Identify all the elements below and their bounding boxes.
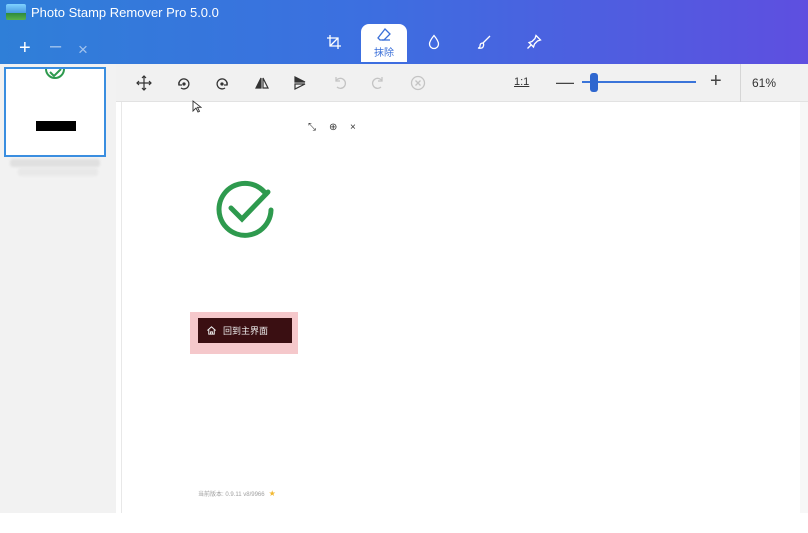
flip-horizontal-icon: [255, 77, 269, 89]
thumbnail-panel: [0, 64, 116, 513]
thumbnail-caption-secondary: [18, 168, 98, 176]
move-button[interactable]: [134, 73, 154, 93]
rotate-right-button[interactable]: [212, 73, 232, 93]
star-icon: ★: [268, 489, 276, 498]
redo-icon: [372, 77, 383, 89]
home-button-label: 回到主界面: [223, 326, 269, 336]
image-canvas[interactable]: ⤡ ⊕ × 回到主界面 当前版本: 0.9.11 v8/9966 ★: [121, 102, 795, 513]
undo-icon: [335, 77, 346, 89]
clear-icon: [410, 75, 426, 91]
zoom-slider-handle[interactable]: [590, 73, 599, 92]
dialog-shrink-icon: ⤡: [308, 122, 316, 133]
right-panel-edge: [800, 102, 808, 513]
redo-button[interactable]: [368, 73, 388, 93]
eraser-tool-tab[interactable]: 抹除: [361, 24, 407, 62]
move-icon: [136, 75, 152, 91]
actual-size-button[interactable]: 1:1: [514, 76, 529, 88]
flip-horizontal-button[interactable]: [252, 73, 272, 93]
clear-button[interactable]: [408, 73, 428, 93]
dialog-close-icon: ×: [350, 122, 356, 133]
title-bar: Photo Stamp Remover Pro 5.0.0 + – × 抹除: [0, 0, 808, 64]
toolbar-divider: [740, 64, 741, 102]
app-logo-icon: [6, 4, 26, 20]
new-tab-button[interactable]: +: [19, 38, 31, 58]
bottom-margin: [0, 513, 808, 533]
brush-icon: [477, 35, 491, 49]
thumbnail-caption: [10, 159, 100, 167]
mouse-cursor-icon: [192, 100, 202, 113]
home-button: 回到主界面: [198, 318, 292, 343]
eraser-tool-label: 抹除: [374, 48, 394, 59]
crop-tool-button[interactable]: [322, 30, 346, 54]
flip-vertical-button[interactable]: [290, 73, 310, 93]
eraser-icon: [377, 28, 391, 41]
crop-icon: [327, 35, 341, 49]
zoom-percent: 61%: [752, 76, 777, 90]
version-info: 当前版本: 0.9.11 v8/9966 ★: [198, 489, 276, 498]
rotate-left-icon: [178, 78, 190, 90]
drop-icon: [428, 34, 440, 50]
edit-toolbar: 1:1 — + 61%: [116, 64, 808, 102]
undo-button[interactable]: [330, 73, 350, 93]
close-tab-button[interactable]: ×: [78, 40, 88, 60]
thumbnail-button-preview: [36, 121, 76, 131]
zoom-out-button[interactable]: —: [556, 72, 574, 93]
stamp-tool-button[interactable]: [522, 30, 546, 54]
success-check-icon: [216, 180, 274, 238]
zoom-in-button[interactable]: +: [710, 70, 722, 93]
stamp-icon: [527, 34, 542, 49]
minimize-tab-button[interactable]: –: [50, 36, 61, 56]
home-icon: [207, 326, 216, 335]
app-title: Photo Stamp Remover Pro 5.0.0: [31, 5, 219, 20]
image-thumbnail[interactable]: [4, 67, 106, 157]
zoom-slider-track[interactable]: [582, 81, 696, 83]
rotate-left-button[interactable]: [174, 73, 194, 93]
app-window: Photo Stamp Remover Pro 5.0.0 + – × 抹除 1…: [0, 0, 808, 533]
dialog-pin-icon: ⊕: [329, 122, 338, 133]
version-text: 当前版本: 0.9.11 v8/9966: [198, 492, 265, 498]
rotate-right-icon: [216, 78, 228, 90]
drop-tool-button[interactable]: [422, 30, 446, 54]
brush-tool-button[interactable]: [472, 30, 496, 54]
thumbnail-check-icon: [45, 69, 65, 79]
flip-vertical-icon: [294, 76, 306, 90]
